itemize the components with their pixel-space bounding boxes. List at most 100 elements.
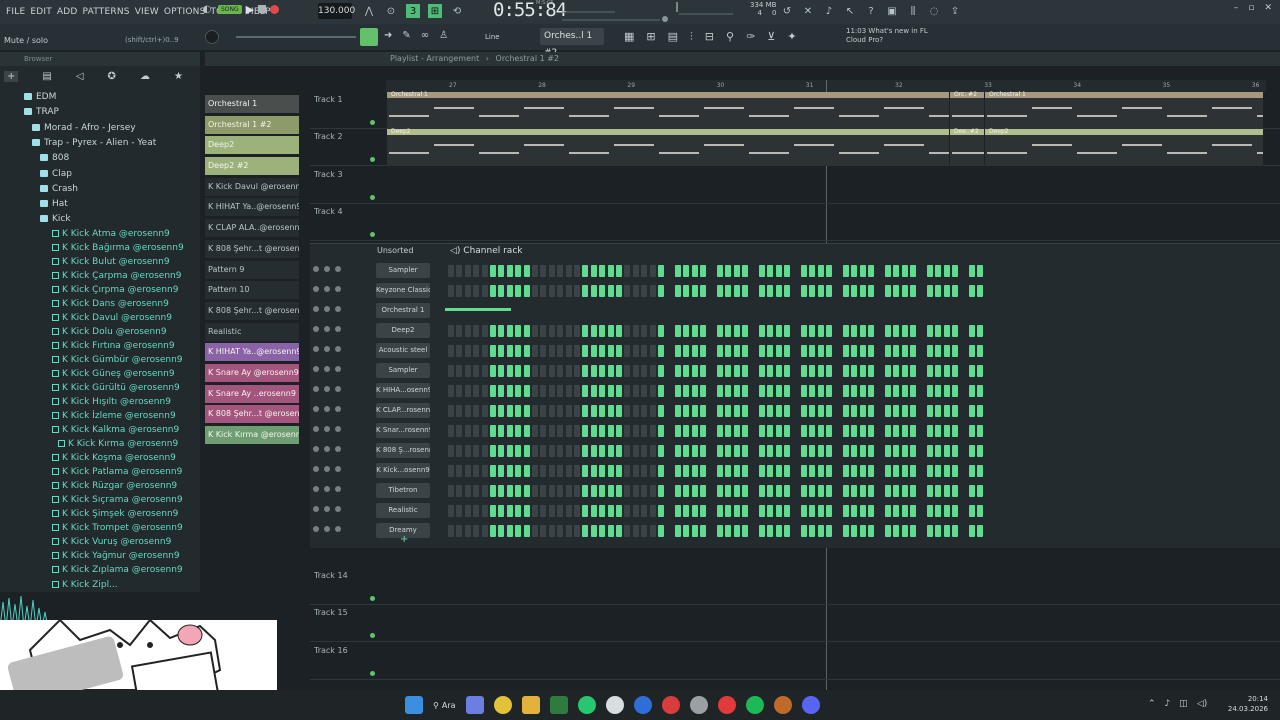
pattern-item[interactable]: K 808 Şehr...t @erosenn [205,301,299,320]
step-button[interactable] [750,425,756,437]
step-button[interactable] [481,525,488,537]
step-button[interactable] [683,425,690,437]
step-button[interactable] [523,405,530,417]
step-button[interactable] [968,365,975,377]
step-button[interactable] [683,485,690,497]
step-button[interactable] [868,265,874,277]
step-button[interactable] [767,525,774,537]
channel-name-button[interactable]: Sampler [376,263,430,278]
browser-icon[interactable]: ⊟ [705,30,714,44]
pattern-item[interactable]: K Snare Ay @erosenn9 [205,363,299,382]
step-button[interactable] [826,525,832,537]
step-button[interactable] [649,505,656,517]
step-button[interactable] [868,445,874,457]
step-button[interactable] [910,405,916,417]
step-button[interactable] [456,365,463,377]
step-button[interactable] [574,325,580,337]
step-button[interactable] [515,465,522,477]
step-button[interactable] [901,485,908,497]
step-button[interactable] [817,265,824,277]
step-button[interactable] [708,465,714,477]
step-button[interactable] [733,465,740,477]
step-button[interactable] [708,485,714,497]
step-button[interactable] [918,445,924,457]
step-button[interactable] [876,265,882,277]
step-button[interactable] [935,285,942,297]
step-button[interactable] [700,345,706,357]
pattern-selector[interactable]: Orches..l 1 #2 [540,28,604,58]
step-button[interactable] [674,465,681,477]
step-button[interactable] [809,505,816,517]
step-button[interactable] [473,465,480,477]
close-icon[interactable]: ✕ [1264,3,1272,13]
step-button[interactable] [725,525,732,537]
step-button[interactable] [624,445,631,457]
step-button[interactable] [868,325,874,337]
step-button[interactable] [758,265,765,277]
step-button[interactable] [448,365,454,377]
step-button[interactable] [607,485,614,497]
step-button[interactable] [540,345,547,357]
step-button[interactable] [952,385,958,397]
step-button[interactable] [658,425,664,437]
pattern-item[interactable]: Orchestral 1 [205,95,299,113]
step-button[interactable] [616,385,622,397]
step-button[interactable] [842,505,849,517]
step-button[interactable] [742,425,748,437]
save-icon[interactable]: ▣ [885,4,899,18]
step-button[interactable] [733,285,740,297]
step-button[interactable] [884,425,891,437]
step-button[interactable] [943,365,950,377]
step-button[interactable] [792,325,798,337]
track-name[interactable]: Track 3 [314,170,343,179]
minimize-icon[interactable]: – [1234,3,1239,13]
step-button[interactable] [742,465,748,477]
step-button[interactable] [599,425,606,437]
step-button[interactable] [859,365,866,377]
step-button[interactable] [817,285,824,297]
step-button[interactable] [742,505,748,517]
step-button[interactable] [607,525,614,537]
step-button[interactable] [641,345,648,357]
step-button[interactable] [658,505,664,517]
step-button[interactable] [607,505,614,517]
menu-add[interactable]: ADD [57,7,78,17]
step-button[interactable] [792,345,798,357]
step-button[interactable] [960,445,966,457]
step-button[interactable] [868,285,874,297]
step-button[interactable] [935,485,942,497]
step-button[interactable] [616,505,622,517]
step-button[interactable] [506,445,513,457]
step-button[interactable] [918,405,924,417]
step-button[interactable] [910,345,916,357]
step-button[interactable] [548,325,555,337]
step-button[interactable] [658,365,664,377]
step-button[interactable] [674,425,681,437]
help-icon[interactable]: ? [864,4,878,18]
channel-name-button[interactable]: Realistic [376,503,430,518]
step-button[interactable] [742,285,748,297]
step-button[interactable] [784,425,790,437]
step-button[interactable] [574,465,580,477]
step-button[interactable] [893,285,900,297]
step-button[interactable] [800,485,807,497]
step-button[interactable] [700,445,706,457]
step-button[interactable] [599,265,606,277]
channel-pan-knob[interactable] [324,386,330,392]
step-button[interactable] [968,405,975,417]
maximize-icon[interactable]: ▫ [1248,3,1254,13]
step-button[interactable] [683,285,690,297]
channel-volume-knob[interactable] [335,286,341,292]
step-button[interactable] [884,445,891,457]
step-button[interactable] [809,325,816,337]
step-button[interactable] [876,425,882,437]
step-button[interactable] [884,405,891,417]
step-button[interactable] [834,445,840,457]
master-pitch-knob[interactable] [205,30,219,44]
step-button[interactable] [758,505,765,517]
step-button[interactable] [716,485,723,497]
step-button[interactable] [842,365,849,377]
step-button[interactable] [448,485,454,497]
step-button[interactable] [859,465,866,477]
step-button[interactable] [473,265,480,277]
